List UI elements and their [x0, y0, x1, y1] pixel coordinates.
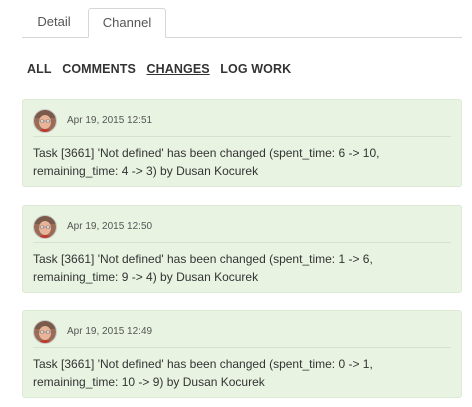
filter-bar: ALL COMMENTS CHANGES LOG WORK — [27, 62, 298, 80]
tab-detail[interactable]: Detail — [22, 8, 86, 36]
activity-entry: Apr 19, 2015 12:51 Task [3661] 'Not defi… — [22, 99, 462, 187]
user-avatar-icon — [34, 321, 56, 343]
entry-text: Task [3661] 'Not defined' has been chang… — [33, 252, 373, 284]
avatar[interactable] — [33, 215, 57, 239]
user-avatar-icon — [34, 216, 56, 238]
user-avatar-icon — [34, 110, 56, 132]
entry-header: Apr 19, 2015 12:49 — [33, 320, 451, 348]
activity-entry: Apr 19, 2015 12:49 Task [3661] 'Not defi… — [22, 310, 462, 398]
filter-comments[interactable]: COMMENTS — [62, 62, 136, 76]
filter-all[interactable]: ALL — [27, 62, 52, 76]
entry-text: Task [3661] 'Not defined' has been chang… — [33, 357, 373, 389]
tab-bar: Detail Channel — [22, 8, 462, 38]
entry-text: Task [3661] 'Not defined' has been chang… — [33, 146, 380, 178]
entry-timestamp: Apr 19, 2015 12:51 — [67, 115, 153, 126]
filter-changes[interactable]: CHANGES — [146, 62, 209, 76]
entry-header: Apr 19, 2015 12:50 — [33, 215, 451, 243]
filter-log-work[interactable]: LOG WORK — [220, 62, 291, 76]
tab-channel[interactable]: Channel — [88, 8, 166, 38]
avatar[interactable] — [33, 109, 57, 133]
avatar[interactable] — [33, 320, 57, 344]
entry-timestamp: Apr 19, 2015 12:50 — [67, 221, 153, 232]
entry-timestamp: Apr 19, 2015 12:49 — [67, 326, 153, 337]
entry-header: Apr 19, 2015 12:51 — [33, 109, 451, 137]
activity-entry: Apr 19, 2015 12:50 Task [3661] 'Not defi… — [22, 205, 462, 293]
